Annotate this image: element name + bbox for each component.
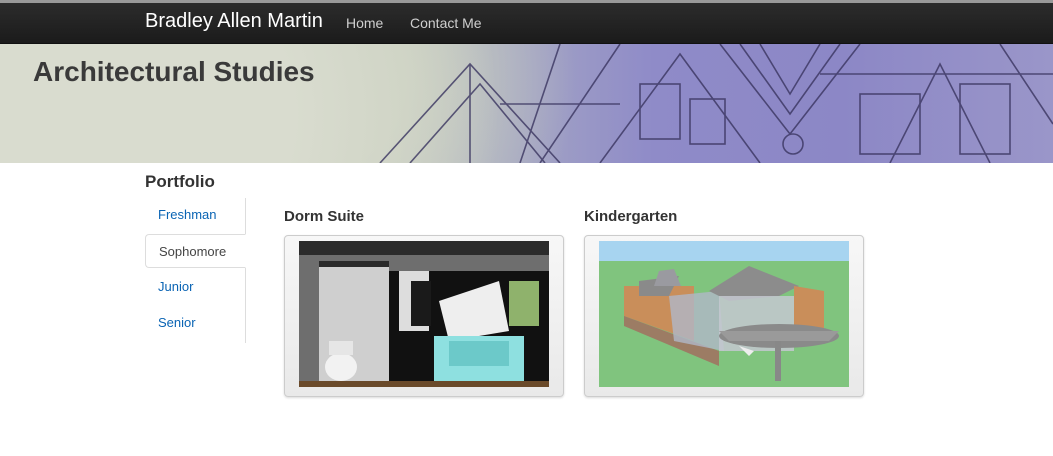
sidenav-item-junior[interactable]: Junior [145, 270, 244, 304]
dorm-suite-thumbnail[interactable] [284, 235, 564, 397]
nav-home-link[interactable]: Home [346, 15, 383, 31]
sidenav-item-freshman[interactable]: Freshman [145, 198, 244, 232]
sidenav-item-senior[interactable]: Senior [145, 306, 244, 340]
project-title-kindergarten: Kindergarten [584, 208, 678, 225]
portfolio-heading: Portfolio [145, 172, 215, 191]
navbar: Bradley Allen Martin Home Contact Me [0, 3, 1053, 44]
kindergarten-render-image [599, 241, 849, 387]
nav-contact-link[interactable]: Contact Me [410, 15, 482, 31]
brand-link[interactable]: Bradley Allen Martin [145, 10, 323, 33]
page-title: Architectural Studies [33, 56, 315, 87]
project-title-dorm-suite: Dorm Suite [284, 208, 365, 225]
hero-banner: Architectural Studies [0, 44, 1053, 163]
kindergarten-thumbnail[interactable] [584, 235, 864, 397]
dorm-suite-render-image [299, 241, 549, 387]
portfolio-sidenav: Freshman Sophomore Junior Senior [145, 198, 246, 343]
sidenav-item-sophomore[interactable]: Sophomore [145, 234, 246, 268]
